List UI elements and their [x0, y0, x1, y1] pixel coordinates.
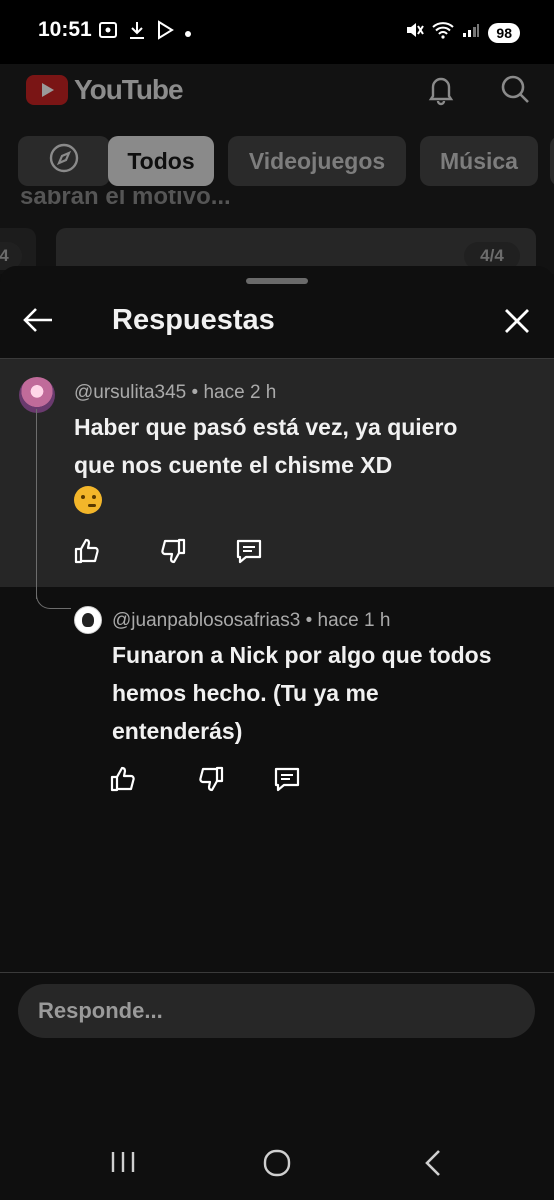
- search-icon[interactable]: [498, 72, 532, 111]
- compass-icon: [47, 141, 81, 181]
- reply-icon[interactable]: [234, 536, 264, 566]
- comment-text-line: Haber que pasó está vez, ya quiero: [74, 414, 458, 440]
- input-divider: [0, 972, 554, 973]
- wifi-icon: [432, 21, 455, 44]
- close-icon[interactable]: [504, 308, 530, 339]
- status-notification-icons: [98, 20, 192, 45]
- comment-text-line: Funaron a Nick por algo que todos: [112, 642, 492, 668]
- chip-musica[interactable]: Música: [420, 136, 538, 186]
- mute-icon: [404, 20, 425, 45]
- reply-comment-text: Funaron a Nick por algo que todos hemos …: [112, 636, 492, 750]
- status-bar: 10:51 98: [0, 0, 554, 64]
- screenshot-icon: [98, 20, 118, 45]
- thinking-face-icon: [74, 486, 102, 514]
- notifications-bell-icon[interactable]: [424, 72, 458, 111]
- recent-apps-icon[interactable]: [110, 1148, 136, 1181]
- reply-comment-meta: @juanpablososafrias3 • hace 1 h: [112, 610, 390, 632]
- youtube-logo[interactable]: YouTube: [26, 74, 184, 106]
- youtube-play-icon: [26, 75, 68, 105]
- download-icon: [128, 20, 146, 45]
- drag-handle[interactable]: [246, 278, 308, 284]
- explore-chip[interactable]: [18, 136, 110, 186]
- background-video-title: sabrán el motivo...: [20, 190, 231, 208]
- comment-author[interactable]: @ursulita345: [74, 382, 186, 403]
- dislike-icon[interactable]: [196, 764, 226, 794]
- system-nav-bar: [0, 1126, 554, 1200]
- back-nav-icon[interactable]: [422, 1148, 444, 1183]
- avatar[interactable]: [19, 377, 55, 413]
- comment-text-line: que nos cuente el chisme XD: [74, 452, 393, 478]
- chip-overflow[interactable]: [550, 136, 554, 186]
- reply-icon[interactable]: [272, 764, 302, 794]
- comment-author[interactable]: @juanpablososafrias3: [112, 610, 300, 631]
- thread-connector: [36, 584, 71, 609]
- meta-separator: •: [191, 382, 204, 403]
- signal-icon: [462, 22, 480, 43]
- battery-indicator: 98: [488, 22, 520, 43]
- parent-comment-meta: @ursulita345 • hace 2 h: [74, 382, 276, 404]
- youtube-logo-text: YouTube: [74, 74, 184, 105]
- chip-videojuegos[interactable]: Videojuegos: [228, 136, 406, 186]
- comment-text-line: entenderás): [112, 718, 243, 744]
- comment-time: hace 2 h: [203, 382, 277, 403]
- filter-chips: Todos Videojuegos Música: [0, 136, 554, 190]
- thread-line: [36, 409, 37, 599]
- app-header: YouTube: [0, 64, 554, 118]
- sheet-title: Respuestas: [112, 304, 275, 336]
- comment-text-line: hemos hecho. (Tu ya me: [112, 680, 379, 706]
- like-icon[interactable]: [108, 764, 138, 794]
- like-icon[interactable]: [72, 536, 102, 566]
- reply-input[interactable]: [18, 984, 535, 1038]
- avatar[interactable]: [74, 606, 102, 634]
- replies-sheet: Respuestas @ursulita345 • hace 2 h Haber…: [0, 266, 554, 1200]
- parent-comment-text: Haber que pasó está vez, ya quiero que n…: [74, 408, 457, 484]
- dislike-icon[interactable]: [158, 536, 188, 566]
- play-store-icon: [156, 20, 174, 45]
- chip-todos[interactable]: Todos: [108, 136, 214, 186]
- status-system-icons: 98: [404, 20, 520, 45]
- background-thumbnail-main: [56, 228, 536, 268]
- comment-time: hace 1 h: [317, 610, 391, 631]
- dot-icon: [184, 23, 192, 43]
- status-time: 10:51: [38, 18, 92, 41]
- meta-separator: •: [305, 610, 318, 631]
- back-arrow-icon[interactable]: [22, 306, 54, 339]
- home-icon[interactable]: [262, 1148, 292, 1183]
